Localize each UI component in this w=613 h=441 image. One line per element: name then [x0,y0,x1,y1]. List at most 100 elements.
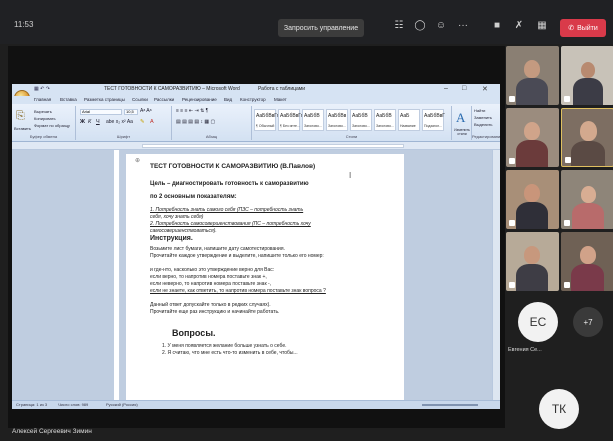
doc-instruction-line: если верно, то напротив номера поставьте… [150,274,267,280]
paste-icon[interactable]: ⎘ [16,110,25,123]
style-no-spacing[interactable]: АаБбВвГг ¶ Без инте... [278,109,303,131]
mic-off-icon[interactable]: ✗ [512,20,526,31]
participant-body [516,78,548,105]
mic-muted-icon [565,157,571,163]
tab-view[interactable]: Вид [224,97,232,102]
style-sample: АаБ [400,113,410,119]
chat-icon[interactable]: ◯ [413,20,427,31]
participant-face [580,121,597,141]
style-heading-2[interactable]: АаБбВв Заголово... [326,109,348,131]
doc-criteria-2b: самосовершенствоваться). [150,228,217,234]
font-name-select[interactable]: Arial [80,109,122,115]
participant-video[interactable] [506,46,559,105]
word-window: ▦ ↶ ↷ ТЕСТ ГОТОВНОСТИ К САМОРАЗВИТИЮ – M… [12,84,500,409]
doc-criteria-2a: 2. Потребность самосовершенствования (ПС… [150,221,311,227]
phone-icon: ✆ [568,25,575,32]
change-styles-icon[interactable]: A [456,110,465,126]
participants-icon[interactable]: ☷ [392,20,406,31]
close-icon[interactable]: ✕ [482,85,488,93]
status-words: Число слов: 989 [58,402,89,407]
quick-access-toolbar[interactable]: ▦ ↶ ↷ [34,86,50,92]
horizontal-ruler [12,142,500,150]
participant-avatar[interactable]: ТК [539,389,579,429]
tab-insert[interactable]: Вставка [60,97,77,102]
reactions-icon[interactable]: ☺ [434,20,448,31]
style-title[interactable]: АаБ Название [398,109,420,131]
zoom-slider[interactable] [422,404,478,406]
find-button[interactable]: Найти [474,108,485,113]
word-status-bar: Страница: 1 из 3 Число слов: 989 Русский… [12,400,500,409]
more-participants-button[interactable]: +7 [573,307,603,337]
vertical-scrollbar[interactable] [492,150,500,400]
participant-video[interactable] [561,232,613,291]
tab-page-layout[interactable]: Разметка страницы [84,97,125,102]
highlight-icon[interactable]: ✎ [140,119,145,125]
participant-avatar[interactable]: ЕС [518,302,558,342]
participant-face [524,184,540,202]
underline-icon[interactable]: Ч [96,119,100,125]
style-heading-3[interactable]: АаБбВ Заголово... [350,109,372,131]
participant-video[interactable] [561,46,613,105]
tab-home[interactable]: Главная [34,97,51,102]
doc-goal: Цель – диагностировать готовность к само… [150,181,309,187]
participant-video[interactable] [506,170,559,229]
participant-video[interactable] [561,108,613,167]
doc-title: ТЕСТ ГОТОВНОСТИ К САМОРАЗВИТИЮ (В.Павлов… [150,163,316,170]
replace-button[interactable]: Заменить [474,115,492,120]
participant-face [524,60,540,78]
more-icon[interactable]: ··· [456,20,470,31]
tab-layout[interactable]: Макет [274,97,287,102]
word-window-title: ТЕСТ ГОТОВНОСТИ К САМОРАЗВИТИЮ – Microso… [104,86,240,92]
minimize-icon[interactable]: – [444,85,448,92]
bold-icon[interactable]: Ж [80,119,85,125]
mic-muted-icon [564,96,570,102]
table-move-handle-icon[interactable]: ⊕ [135,157,140,164]
mic-muted-icon [509,96,515,102]
maximize-icon[interactable]: □ [462,85,466,92]
align-icons[interactable]: ▤ ▤ ▤ ▤ ↕ ▦ ▢ [176,119,215,125]
participant-video[interactable] [506,108,559,167]
tab-mailings[interactable]: Рассылки [154,97,174,102]
change-styles-group: A Изменить стили [452,106,472,140]
tab-design[interactable]: Конструктор [240,97,266,102]
participant-body [572,203,604,229]
camera-off-icon[interactable]: ■ [490,20,504,31]
ribbon: ⎘ Вставить Вырезать Копировать Формат по… [12,104,500,142]
participant-video[interactable] [506,232,559,291]
format-painter-button[interactable]: Формат по образцу [34,123,70,128]
tab-review[interactable]: Рецензирование [182,97,217,102]
style-name: Название [400,124,416,128]
font-color-icon[interactable]: A [150,119,154,125]
participant-face [580,246,596,264]
style-heading-1[interactable]: АаБбВ Заголово... [302,109,324,131]
presenter-name: Алексей Сергеевич Зимин [12,428,92,435]
doc-instruction-line: и где-нто, насколько это утверждение вер… [150,267,275,273]
style-subtitle[interactable]: АаБбВвГ Подзагол... [422,109,445,131]
strikethrough-icon[interactable]: abe x₂ x² Aa [106,119,133,125]
copy-button[interactable]: Копировать [34,116,56,121]
layout-icon[interactable]: ▦ [535,20,549,31]
italic-icon[interactable]: К [88,119,91,125]
participant-face [524,122,540,140]
style-name: Заголово... [328,124,346,128]
participant-body [516,140,548,167]
font-size-select[interactable]: 10,5 [124,109,138,115]
request-control-button[interactable]: Запросить управление [278,19,364,37]
style-normal[interactable]: АаБбВвГг ¶ Обычный [254,109,279,131]
mic-muted-icon [509,158,515,164]
document-page[interactable]: ⊕ I ТЕСТ ГОТОВНОСТИ К САМОРАЗВИТИЮ (В.Па… [126,154,404,400]
style-heading-4[interactable]: АаБбВ Заголово... [374,109,396,131]
grow-font-icon[interactable]: Aᵃ Aᵃ [140,108,152,114]
paragraph-group: ≡ ≡ ≡ ⇤ ⇥ ⇅ ¶ ▤ ▤ ▤ ▤ ↕ ▦ ▢ Абзац [172,106,252,140]
style-name: Заголово... [352,124,370,128]
doc-instruction-line: Возьмите лист бумаги, напишите дату само… [150,246,285,252]
cut-button[interactable]: Вырезать [34,109,52,114]
style-name: Заголово... [376,124,394,128]
list-icons[interactable]: ≡ ≡ ≡ ⇤ ⇥ ⇅ ¶ [176,108,208,114]
mic-muted-icon [564,282,570,288]
select-button[interactable]: Выделить [474,122,492,127]
exit-button[interactable]: ✆ Выйти [560,19,606,37]
participant-video[interactable] [561,170,613,229]
tab-references[interactable]: Ссылки [132,97,148,102]
doc-instruction-heading: Инструкция. [150,235,193,242]
